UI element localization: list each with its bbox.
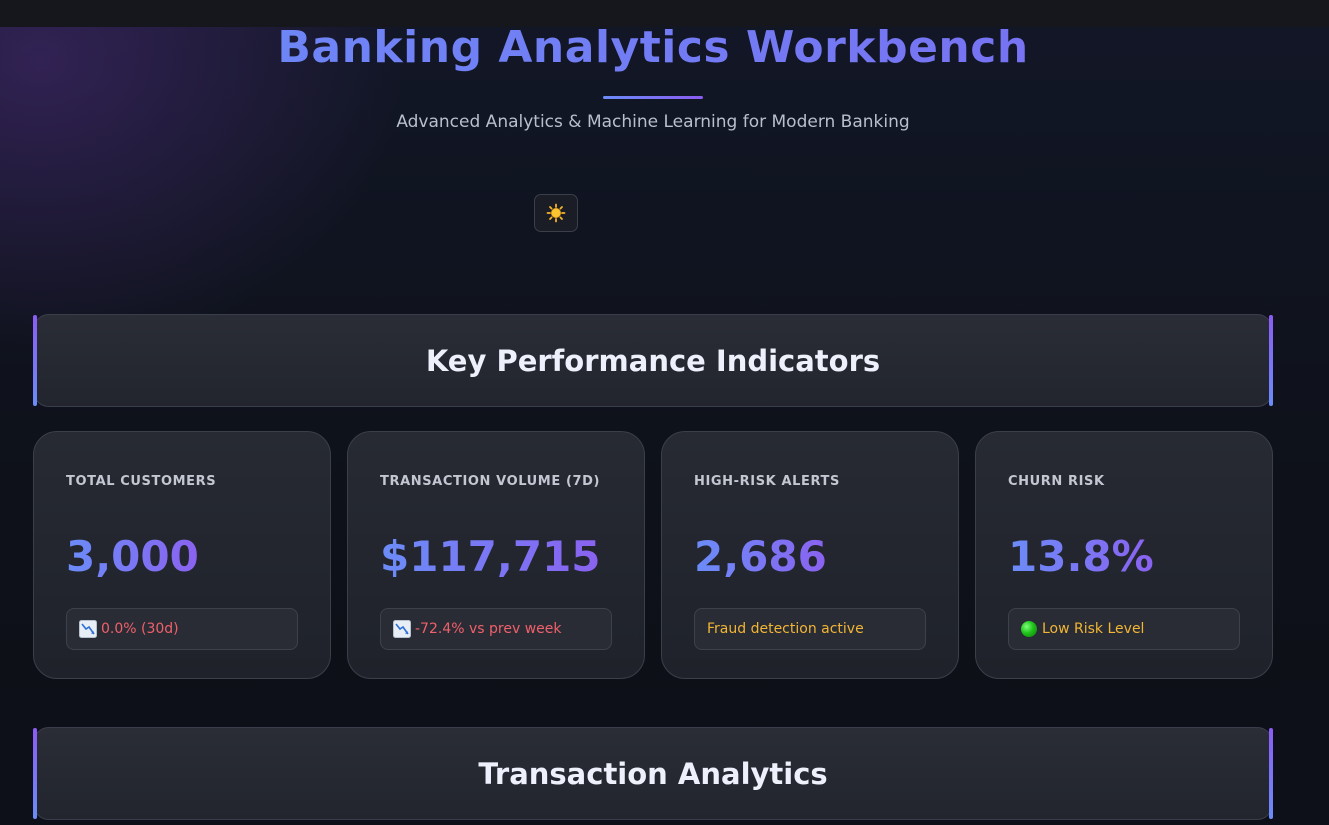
section-accent-bar xyxy=(1269,315,1273,406)
app-page: Banking Analytics Workbench Advanced Ana… xyxy=(0,0,1329,825)
kpi-delta-text: Fraud detection active xyxy=(707,621,864,637)
section-title: Transaction Analytics xyxy=(478,756,828,791)
kpi-value: $117,715 xyxy=(380,532,601,581)
kpi-label: CHURN RISK xyxy=(1008,474,1105,489)
kpi-delta-badge: 0.0% (30d) xyxy=(66,608,298,650)
kpi-card-transaction-volume: TRANSACTION VOLUME (7D) $117,715 -72.4% … xyxy=(347,431,645,679)
chart-decreasing-icon xyxy=(79,620,97,638)
kpi-delta-text: Low Risk Level xyxy=(1042,621,1145,637)
page-subtitle: Advanced Analytics & Machine Learning fo… xyxy=(396,112,910,132)
section-accent-bar xyxy=(33,728,37,819)
green-circle-icon xyxy=(1021,621,1037,637)
kpi-delta-badge: -72.4% vs prev week xyxy=(380,608,612,650)
kpi-delta-text: 0.0% (30d) xyxy=(101,621,179,637)
kpi-card-high-risk-alerts: HIGH-RISK ALERTS 2,686 Fraud detection a… xyxy=(661,431,959,679)
kpi-delta-badge: Fraud detection active xyxy=(694,608,926,650)
kpi-card-churn-risk: CHURN RISK 13.8% Low Risk Level xyxy=(975,431,1273,679)
kpi-label: TOTAL CUSTOMERS xyxy=(66,474,217,489)
kpi-card-total-customers: TOTAL CUSTOMERS 3,000 0.0% (30d) xyxy=(33,431,331,679)
kpi-delta-text: -72.4% vs prev week xyxy=(415,621,562,637)
kpi-value: 2,686 xyxy=(694,532,827,581)
title-underline xyxy=(603,96,703,99)
kpi-value: 3,000 xyxy=(66,532,199,581)
kpi-label: TRANSACTION VOLUME (7D) xyxy=(380,474,601,489)
kpi-delta-badge: Low Risk Level xyxy=(1008,608,1240,650)
theme-toggle-button[interactable] xyxy=(534,194,578,232)
sun-icon xyxy=(546,203,566,223)
page-title: Banking Analytics Workbench xyxy=(0,22,1306,73)
kpi-section-header: Key Performance Indicators xyxy=(33,314,1273,407)
chart-decreasing-icon xyxy=(393,620,411,638)
section-accent-bar xyxy=(1269,728,1273,819)
section-accent-bar xyxy=(33,315,37,406)
section-title: Key Performance Indicators xyxy=(425,343,881,378)
kpi-value: 13.8% xyxy=(1008,532,1154,581)
kpi-label: HIGH-RISK ALERTS xyxy=(694,474,840,489)
transaction-section-header: Transaction Analytics xyxy=(33,727,1273,820)
